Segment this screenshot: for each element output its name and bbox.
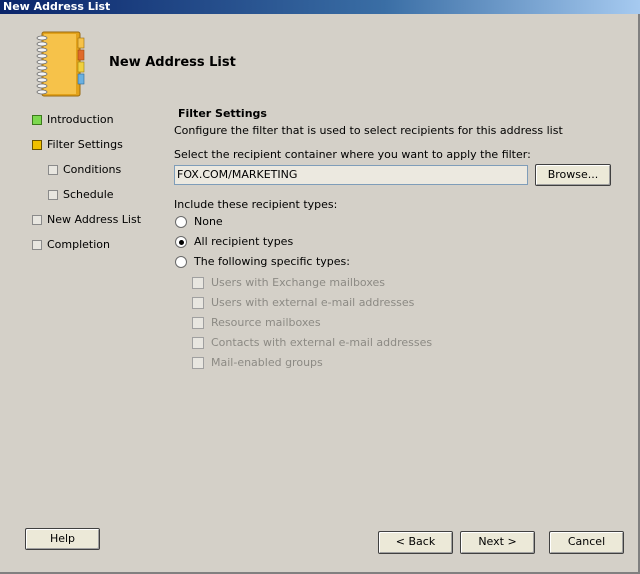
radio-circle [175, 256, 187, 268]
radio-label: All recipient types [194, 235, 294, 248]
radio-circle [175, 236, 187, 248]
help-button[interactable]: Help [25, 528, 100, 550]
nav-step-label: Filter Settings [47, 138, 123, 151]
step-pending-icon [48, 190, 58, 200]
nav-step-label: New Address List [47, 213, 142, 226]
checkbox-label: Contacts with external e-mail addresses [211, 336, 433, 349]
checkbox-box [192, 357, 204, 369]
step-pending-icon [48, 165, 58, 175]
nav-step-label: Schedule [63, 188, 114, 201]
checkbox-box [192, 297, 204, 309]
recipient-container-field[interactable]: FOX.COM/MARKETING [174, 165, 528, 185]
step-complete-icon [32, 115, 42, 125]
radio-selected-dot [179, 240, 184, 245]
radio-label: None [194, 215, 223, 228]
section-title: Filter Settings [178, 107, 267, 120]
checkbox-label: Users with Exchange mailboxes [211, 276, 385, 289]
back-button[interactable]: < Back [378, 531, 453, 554]
checkbox-label: Resource mailboxes [211, 316, 321, 329]
nav-step-label: Completion [47, 238, 111, 251]
address-book-icon [34, 28, 88, 100]
page-title: New Address List [109, 55, 236, 70]
section-description: Configure the filter that is used to sel… [174, 124, 563, 137]
browse-button[interactable]: Browse... [535, 164, 611, 186]
next-button[interactable]: Next > [460, 531, 535, 554]
nav-step-label: Conditions [63, 163, 122, 176]
checkbox-label: Users with external e-mail addresses [211, 296, 415, 309]
checkbox-label: Mail-enabled groups [211, 356, 323, 369]
checkbox-box [192, 317, 204, 329]
cancel-button[interactable]: Cancel [549, 531, 624, 554]
nav-step-label: Introduction [47, 113, 114, 126]
step-pending-icon [32, 215, 42, 225]
container-prompt: Select the recipient container where you… [174, 148, 531, 161]
radio-circle [175, 216, 187, 228]
step-pending-icon [32, 240, 42, 250]
window-title: New Address List [3, 0, 111, 13]
radio-label: The following specific types: [194, 255, 350, 268]
checkbox-box [192, 277, 204, 289]
recipient-types-prompt: Include these recipient types: [174, 198, 338, 211]
step-current-icon [32, 140, 42, 150]
window-title-bar: New Address List [0, 0, 640, 14]
checkbox-box [192, 337, 204, 349]
